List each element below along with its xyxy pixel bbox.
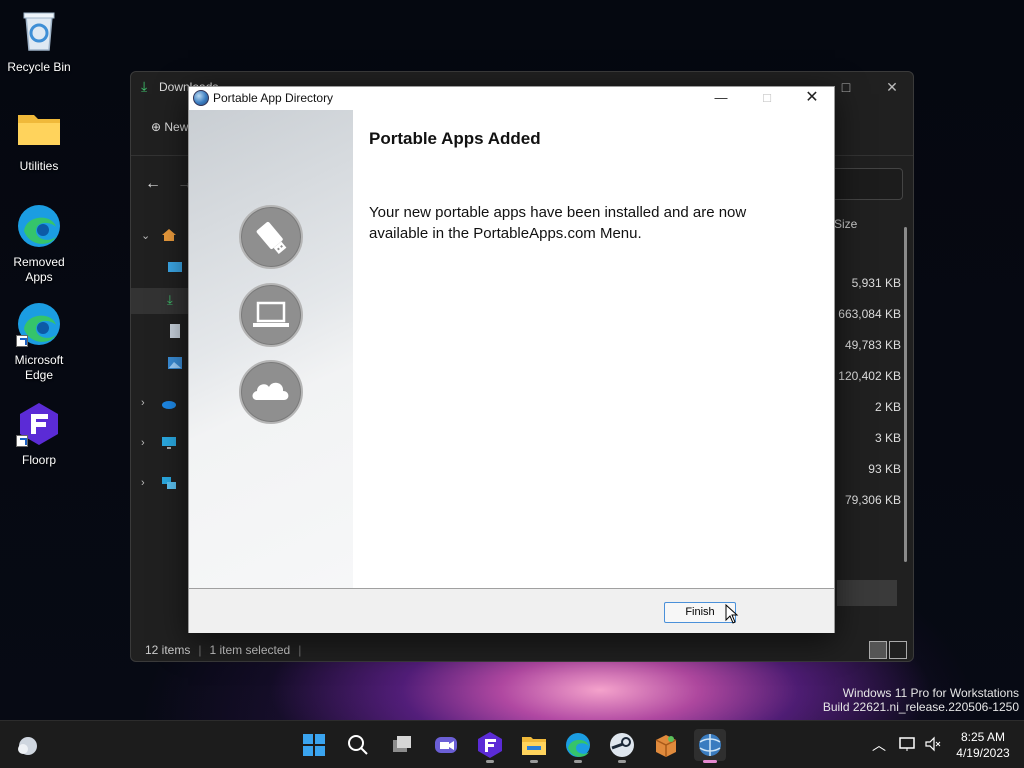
column-header-size[interactable]: Size	[834, 217, 857, 231]
tiles-view-icon[interactable]	[889, 641, 907, 659]
new-button[interactable]: ⊕ New	[151, 120, 188, 134]
desktop-icon	[167, 260, 183, 274]
windows-watermark: Windows 11 Pro for Workstations Build 22…	[823, 686, 1019, 714]
item-count: 12 items	[145, 643, 191, 657]
vertical-scrollbar[interactable]	[904, 227, 907, 562]
weather-icon[interactable]	[12, 729, 44, 761]
portable-apps-icon[interactable]	[694, 729, 726, 763]
sidebar-item-pictures[interactable]	[131, 352, 189, 378]
desktop-icon-label: Microsoft Edge	[14, 353, 64, 382]
desktop-icon-floorp[interactable]: Floorp	[4, 401, 74, 468]
pictures-icon	[167, 356, 183, 370]
edge-icon	[16, 203, 62, 249]
shortcut-arrow-icon	[16, 435, 28, 447]
view-switcher	[867, 641, 907, 664]
shortcut-arrow-icon	[16, 335, 28, 347]
sidebar-item-home[interactable]: ⌄	[131, 224, 189, 250]
laptop-icon	[239, 283, 303, 347]
back-arrow-icon[interactable]: ←	[145, 175, 161, 193]
floorp-icon[interactable]	[474, 729, 506, 763]
running-indicator	[530, 760, 538, 763]
details-view-icon[interactable]	[869, 641, 887, 659]
clock-date: 4/19/2023	[956, 746, 1010, 760]
desktop-icon-microsoft-edge[interactable]: Microsoft Edge	[4, 301, 74, 383]
sidebar-item-network[interactable]: ›	[131, 472, 189, 498]
sidebar-item-desktop[interactable]	[131, 256, 189, 282]
file-explorer-icon[interactable]	[518, 729, 550, 763]
search-input[interactable]	[831, 168, 903, 200]
network-icon	[161, 476, 177, 490]
mouse-cursor-icon	[725, 604, 739, 624]
home-icon	[161, 228, 177, 242]
folder-icon	[16, 107, 62, 153]
minimize-button[interactable]: —	[698, 87, 744, 110]
active-indicator	[703, 760, 717, 763]
wizard-side-panel	[189, 110, 353, 588]
watermark-edition: Windows 11 Pro for Workstations	[842, 686, 1019, 700]
edge-icon	[16, 301, 62, 347]
chevron-right-icon: ›	[141, 397, 145, 409]
portable-app-directory-dialog[interactable]: Portable App Directory — □ ✕ Portable Ap…	[188, 86, 835, 633]
explorer-statusbar: 12 items | 1 item selected |	[145, 643, 302, 657]
system-clock[interactable]: 8:25 AM 4/19/2023	[948, 729, 1018, 761]
chevron-right-icon: ›	[141, 437, 145, 449]
desktop-icon-label: Removed Apps	[13, 255, 65, 284]
installer-box-icon[interactable]	[650, 729, 682, 761]
chevron-right-icon: ›	[141, 477, 145, 489]
document-icon	[167, 324, 183, 338]
download-icon: ⤓	[141, 78, 148, 94]
usb-drive-icon	[239, 205, 303, 269]
new-button-label: New	[164, 120, 189, 134]
teams-chat-icon[interactable]	[430, 729, 462, 761]
cloud-icon	[239, 360, 303, 424]
sidebar-item-this-pc[interactable]: ›	[131, 432, 189, 458]
cloud-icon	[161, 396, 177, 410]
steam-icon[interactable]	[606, 729, 638, 763]
computer-icon	[161, 436, 177, 450]
maximize-icon[interactable]: □	[831, 76, 861, 98]
start-icon[interactable]	[298, 729, 330, 761]
recycle-bin-icon	[16, 8, 62, 54]
network-icon[interactable]	[898, 735, 916, 768]
selected-file-row[interactable]	[837, 580, 897, 606]
selection-count: 1 item selected	[209, 643, 291, 657]
desktop-icon-label: Utilities	[19, 159, 59, 173]
desktop-icon-utilities[interactable]: Utilities	[4, 107, 74, 174]
volume-muted-icon[interactable]	[924, 735, 942, 768]
desktop-icon-recycle-bin[interactable]: Recycle Bin	[4, 8, 74, 75]
search-icon[interactable]	[342, 729, 374, 761]
running-indicator	[618, 760, 626, 763]
running-indicator	[486, 760, 494, 763]
watermark-build: Build 22621.ni_release.220506-1250	[822, 700, 1019, 714]
dialog-titlebar[interactable]: Portable App Directory — □ ✕	[189, 87, 834, 110]
sidebar-item-downloads[interactable]: ⤓	[131, 288, 189, 314]
running-indicator	[574, 760, 582, 763]
explorer-sidebar: ⌄ ⤓ › › ›	[131, 222, 189, 602]
dialog-heading: Portable Apps Added	[369, 129, 541, 148]
sidebar-item-documents[interactable]	[131, 320, 189, 346]
task-view-icon[interactable]	[386, 729, 418, 761]
dialog-message: Your new portable apps have been install…	[369, 204, 747, 242]
taskbar: ︿ 8:25 AM 4/19/2023	[0, 720, 1024, 768]
maximize-button: □	[763, 90, 771, 105]
desktop-icon-removed-apps[interactable]: Removed Apps	[4, 203, 74, 285]
portable-apps-icon	[193, 90, 209, 106]
edge-icon[interactable]	[562, 729, 594, 763]
desktop-icon-label: Floorp	[21, 453, 56, 467]
close-button[interactable]: ✕	[789, 87, 835, 110]
floorp-icon	[16, 401, 62, 447]
clock-time: 8:25 AM	[960, 730, 1006, 744]
close-icon[interactable]: ✕	[877, 76, 907, 98]
sidebar-item-onedrive[interactable]: ›	[131, 392, 189, 418]
chevron-down-icon: ⌄	[141, 230, 151, 242]
chevron-up-icon[interactable]: ︿	[872, 735, 886, 768]
dialog-title: Portable App Directory	[213, 91, 334, 105]
download-icon: ⤓	[167, 292, 173, 307]
desktop-icon-label: Recycle Bin	[7, 60, 71, 74]
